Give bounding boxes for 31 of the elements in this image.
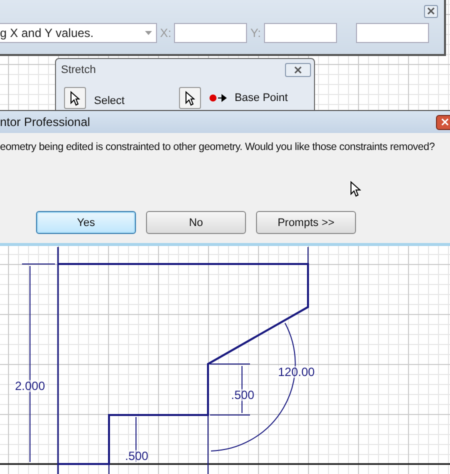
cursor-icon — [70, 90, 80, 106]
prompt-dropdown[interactable]: g X and Y values. — [0, 23, 157, 43]
dialog-title: Stretch — [61, 64, 96, 76]
dialog-button[interactable]: No — [146, 211, 246, 234]
close-button[interactable] — [424, 4, 438, 18]
dimension-label: 120.00 — [278, 366, 315, 378]
dialog-title: ntor Professional — [0, 115, 90, 129]
cursor-icon — [184, 90, 195, 106]
caret-icon — [145, 31, 152, 35]
base-point-button[interactable] — [178, 87, 201, 109]
dimension-label: 2.000 — [15, 380, 46, 392]
close-button[interactable] — [436, 114, 450, 130]
x-input-field[interactable] — [174, 23, 248, 43]
x-label: X: — [160, 26, 172, 40]
base-point-label: Base Point — [234, 92, 288, 104]
close-icon — [294, 66, 302, 74]
y-input-field[interactable] — [264, 23, 338, 43]
dimension-label: .500 — [231, 389, 254, 401]
close-icon — [427, 7, 435, 15]
y-label: Y: — [250, 26, 262, 40]
dialog-button[interactable]: Prompts >> — [256, 211, 356, 234]
dialog-button[interactable]: Yes — [36, 211, 136, 234]
select-button[interactable] — [64, 87, 86, 109]
message-text: eometry being edited is constrainted to other geometry. Would you like those constraints removed? — [0, 140, 436, 153]
select-label: Select — [94, 95, 125, 107]
dimension-label: .500 — [125, 450, 148, 462]
cursor-icon — [350, 181, 361, 198]
close-icon — [441, 118, 449, 126]
close-button[interactable] — [285, 63, 311, 77]
input-field[interactable] — [356, 23, 430, 43]
point-arrow-icon — [208, 94, 229, 102]
